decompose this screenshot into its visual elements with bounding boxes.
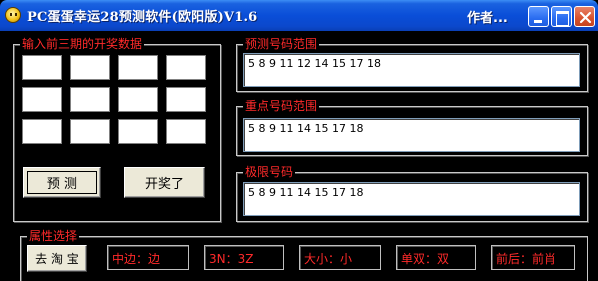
- title-bar[interactable]: PC蛋蛋幸运28预测软件(欧阳版)V1.6 作者...: [0, 0, 598, 31]
- attr-middle-edge[interactable]: 中边：边: [107, 245, 189, 270]
- window-title: PC蛋蛋幸运28预测软件(欧阳版)V1.6: [27, 10, 258, 25]
- data-cell-2[interactable]: [70, 55, 110, 80]
- close-button[interactable]: [574, 6, 595, 27]
- limit-numbers-group: 极限号码 5 8 9 11 14 15 17 18: [236, 165, 588, 222]
- limit-numbers-label: 极限号码: [243, 165, 296, 179]
- data-cell-4[interactable]: [166, 55, 206, 80]
- input-data-group: 输入前三期的开奖数据 预 测 开奖了: [13, 37, 221, 222]
- close-icon: [579, 11, 592, 24]
- data-cell-9[interactable]: [22, 119, 62, 144]
- key-range-group: 重点号码范围 5 8 9 11 14 15 17 18: [236, 99, 588, 156]
- data-cell-1[interactable]: [22, 55, 62, 80]
- data-cell-10[interactable]: [70, 119, 110, 144]
- data-cell-5[interactable]: [22, 87, 62, 112]
- attr-odd-even[interactable]: 单双：双: [396, 245, 476, 270]
- prediction-range-field[interactable]: 5 8 9 11 12 14 15 17 18: [243, 53, 580, 87]
- data-cell-7[interactable]: [118, 87, 158, 112]
- data-cell-8[interactable]: [166, 87, 206, 112]
- attr-big-small[interactable]: 大小：小: [299, 245, 381, 270]
- key-range-label: 重点号码范围: [243, 99, 320, 113]
- data-cell-11[interactable]: [118, 119, 158, 144]
- prediction-range-group: 预测号码范围 5 8 9 11 12 14 15 17 18: [236, 37, 588, 92]
- data-cell-6[interactable]: [70, 87, 110, 112]
- attr-front-back[interactable]: 前后：前肖: [491, 245, 575, 270]
- author-label: 作者...: [467, 11, 508, 26]
- input-data-group-label: 输入前三期的开奖数据: [20, 37, 145, 51]
- maximize-button[interactable]: [551, 6, 572, 27]
- data-cell-12[interactable]: [166, 119, 206, 144]
- attr-3n[interactable]: 3N：3Z: [204, 245, 284, 270]
- predict-button[interactable]: 预 测: [23, 167, 101, 198]
- attribute-selection-label: 属性选择: [27, 229, 80, 243]
- limit-numbers-field[interactable]: 5 8 9 11 14 15 17 18: [243, 182, 580, 216]
- draw-result-button[interactable]: 开奖了: [124, 167, 205, 198]
- prediction-range-label: 预测号码范围: [243, 37, 320, 51]
- smiley-app-icon[interactable]: [5, 7, 21, 23]
- data-cell-3[interactable]: [118, 55, 158, 80]
- minimize-button[interactable]: [528, 6, 549, 27]
- key-range-field[interactable]: 5 8 9 11 14 15 17 18: [243, 118, 580, 152]
- go-taobao-button[interactable]: 去 淘 宝: [27, 245, 87, 272]
